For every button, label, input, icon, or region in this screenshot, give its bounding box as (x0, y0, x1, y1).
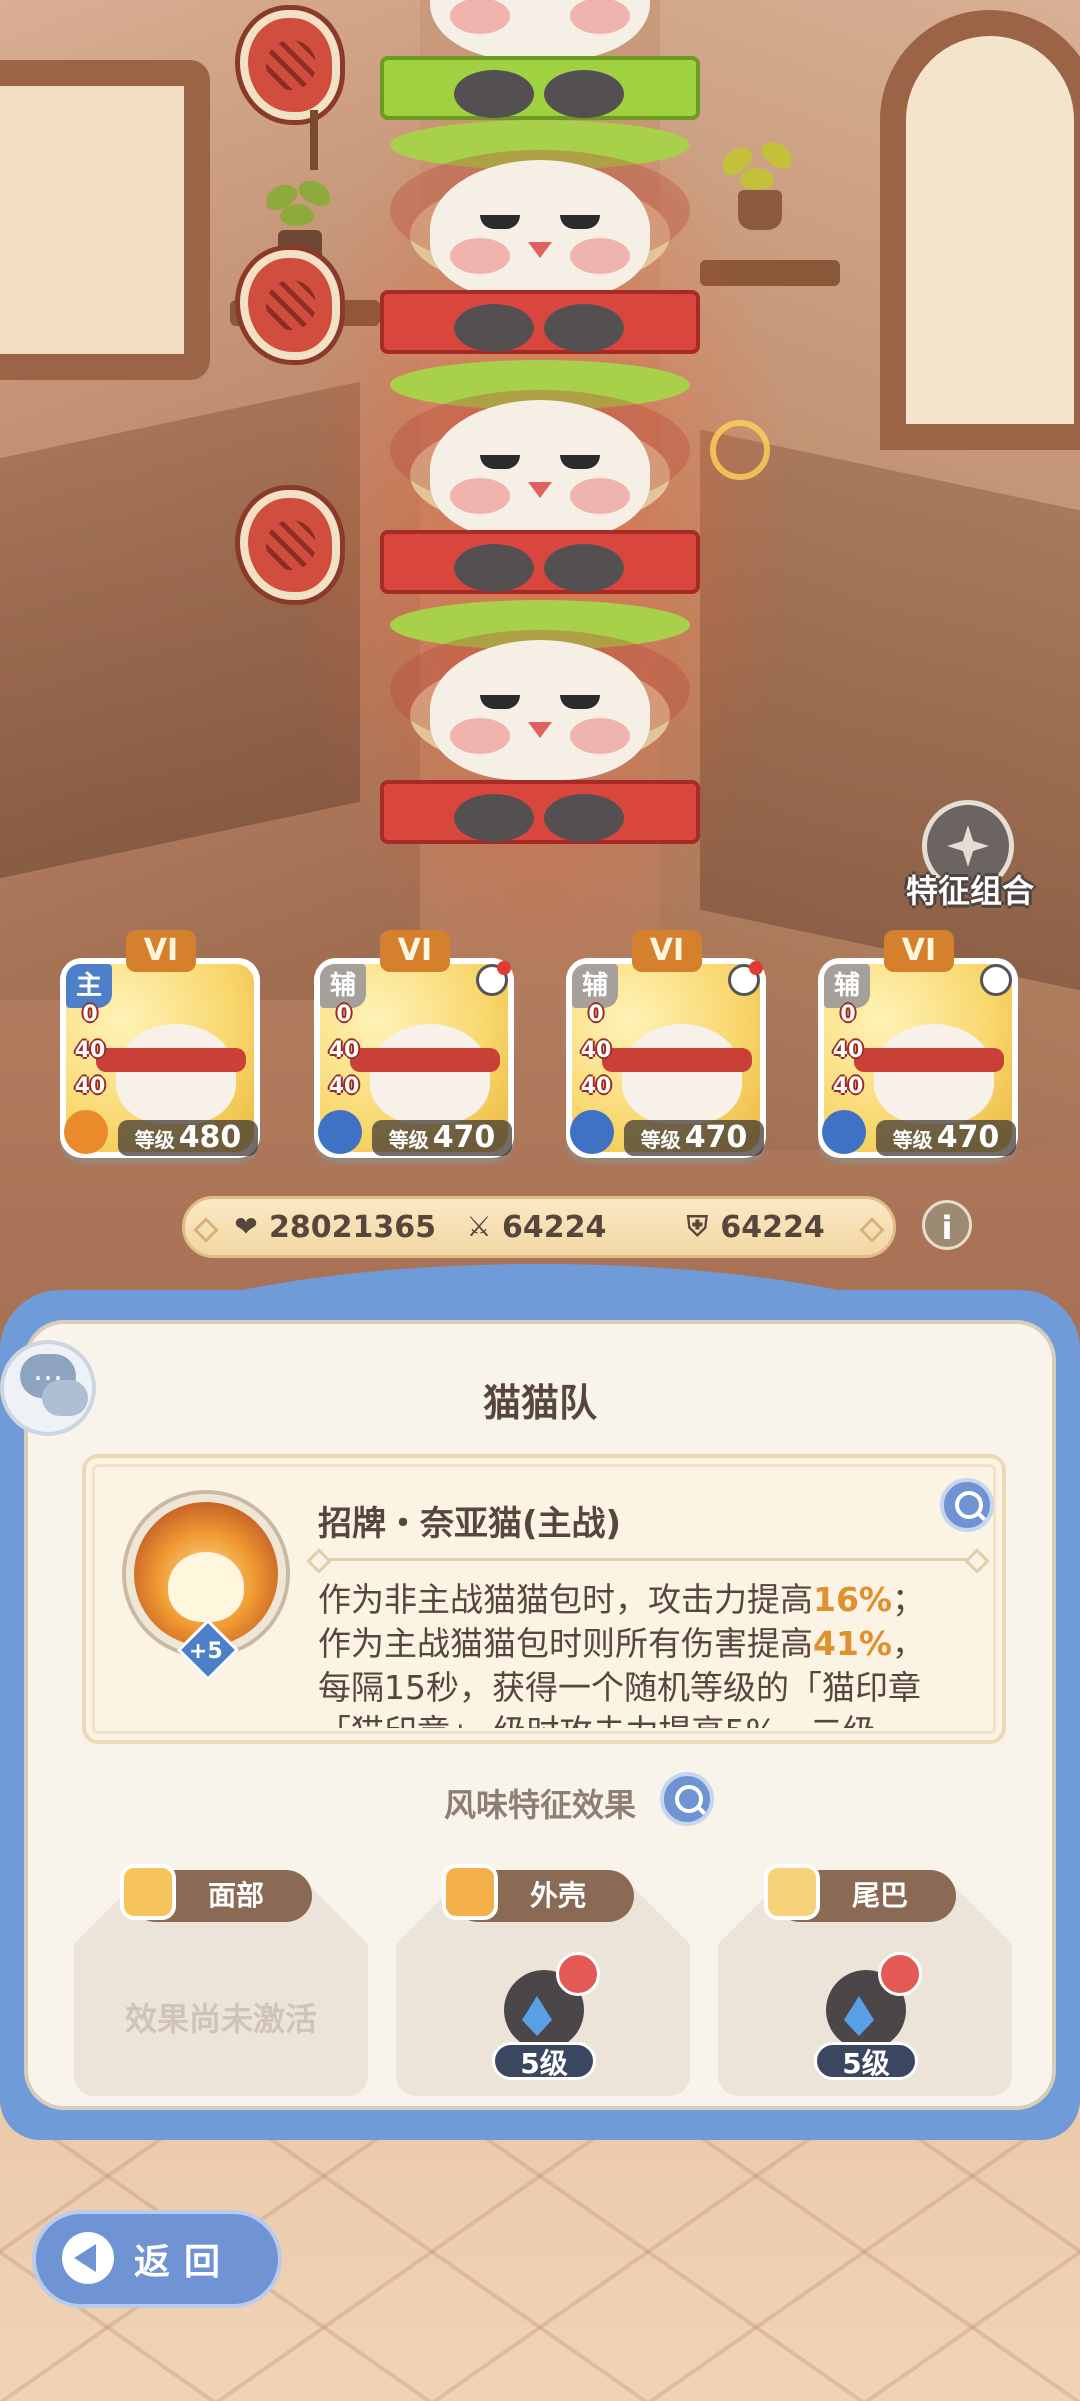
back-label: 返回 (133, 2242, 234, 2283)
level-label: 等级 480 (118, 1120, 258, 1156)
stat-column: 0 40 40 (328, 1002, 360, 1099)
paw-icon (822, 1110, 866, 1154)
skill-name: 招牌・奈亚猫(主战) (318, 1504, 622, 1544)
flavor-card-tail[interactable]: 尾巴 5级 (718, 1864, 1012, 2096)
stat-column: 0 40 40 (832, 1002, 864, 1099)
flag-icon (980, 964, 1012, 996)
tier-badge: VI (632, 930, 702, 972)
skill-description[interactable]: 作为非主战猫猫包时，攻击力提高16%； 作为主战猫猫包时则所有伤害提高41%， … (318, 1578, 978, 1728)
green-band (380, 56, 700, 120)
attack-stat: ⚔ 64224 (464, 1210, 606, 1245)
panel-title: 猫猫队 (482, 1381, 597, 1425)
notification-dot-icon (728, 961, 763, 996)
skill-zoom-button[interactable] (940, 1478, 994, 1532)
team-panel: 猫猫队 +5 招牌・奈亚猫(主战) 作为非主战猫猫包时，攻击力提高16%； 作为… (0, 1264, 1080, 2140)
team-card-support-1[interactable]: VI 辅 0 40 40 等级 470 (314, 930, 514, 1160)
back-button[interactable]: 返回 (32, 2210, 282, 2308)
paw-icon (570, 1110, 614, 1154)
red-band (380, 290, 700, 354)
level-label: 等级 470 (624, 1120, 764, 1156)
cat-bun-stack (240, 0, 710, 860)
heart-icon: ❤ (234, 1210, 258, 1243)
paw-icon (64, 1110, 108, 1154)
flavor-card-face[interactable]: 面部 效果尚未激活 (74, 1864, 368, 2096)
stat-column: 0 40 40 (580, 1002, 612, 1099)
cat-face-icon (120, 1864, 176, 1920)
red-band (380, 530, 700, 594)
team-card-main[interactable]: VI 主 0 40 40 等级 480 (60, 930, 260, 1160)
flavor-card-shell[interactable]: 外壳 5级 (396, 1864, 690, 2096)
tier-badge: VI (380, 930, 450, 972)
hp-stat: ❤ 28021365 (231, 1210, 436, 1245)
defense-stat: ⛨ 64224 (682, 1210, 825, 1245)
level-label: 等级 470 (876, 1120, 1016, 1156)
tail-icon (764, 1864, 820, 1920)
window-left (0, 60, 210, 380)
sparkle-ring (710, 420, 770, 480)
flavor-traits-title: 风味特征效果 (443, 1786, 636, 1824)
team-panel-inner: 猫猫队 +5 招牌・奈亚猫(主战) 作为非主战猫猫包时，攻击力提高16%； 作为… (24, 1320, 1056, 2110)
team-stats-bar: ❤ 28021365 ⚔ 64224 ⛨ 64224 (182, 1196, 896, 1258)
chat-button[interactable] (0, 1340, 96, 1436)
notification-dot-icon (476, 961, 511, 996)
red-band (380, 780, 700, 844)
tier-badge: VI (126, 930, 196, 972)
steak-skewer-icon (240, 250, 340, 360)
thumbs-up-icon (878, 1952, 922, 1996)
paw-icon (318, 1110, 362, 1154)
steak-skewer-icon (240, 490, 340, 600)
info-icon: i (941, 1209, 953, 1247)
tier-badge: VI (884, 930, 954, 972)
team-card-support-3[interactable]: VI 辅 0 40 40 等级 470 (818, 930, 1018, 1160)
inactive-text: 效果尚未激活 (124, 2000, 317, 2038)
team-card-support-2[interactable]: VI 辅 0 40 40 等级 470 (566, 930, 766, 1160)
info-button[interactable]: i (922, 1200, 972, 1250)
trait-combo-button[interactable]: 特征组合 (890, 800, 1050, 920)
trait-level: 5级 (814, 2042, 918, 2080)
signature-skill-box: +5 招牌・奈亚猫(主战) 作为非主战猫猫包时，攻击力提高16%； 作为主战猫猫… (82, 1454, 1006, 1744)
flavor-zoom-button[interactable] (660, 1772, 714, 1826)
back-arrow-icon (62, 2232, 114, 2284)
level-label: 等级 470 (372, 1120, 512, 1156)
steak-skewer-icon (240, 10, 340, 120)
trait-combo-label: 特征组合 (905, 872, 1034, 910)
crossed-swords-icon: ⚔ (466, 1210, 492, 1243)
trait-level: 5级 (492, 2042, 596, 2080)
stat-column: 0 40 40 (74, 1002, 106, 1099)
thumbs-up-icon (556, 1952, 600, 1996)
window-right (880, 10, 1080, 450)
shield-icon: ⛨ (686, 1210, 708, 1243)
cat-face (430, 0, 650, 60)
divider (318, 1558, 978, 1561)
skewer-stick (310, 110, 318, 170)
shell-icon (442, 1864, 498, 1920)
